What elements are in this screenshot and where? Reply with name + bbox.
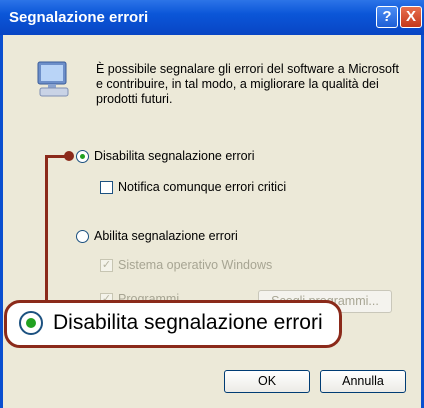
notify-critical-label[interactable]: Notifica comunque errori critici — [118, 180, 286, 194]
help-button[interactable]: ? — [376, 6, 398, 28]
description-text: È possibile segnalare gli errori del sof… — [96, 62, 399, 106]
window-title: Segnalazione errori — [9, 9, 149, 26]
windows-os-label[interactable]: Sistema operativo Windows — [118, 258, 272, 272]
enable-reporting-radio[interactable] — [76, 230, 89, 243]
callout-label: Disabilita segnalazione errori — [53, 311, 323, 334]
callout-leader-vertical — [45, 155, 48, 300]
zoom-callout: Disabilita segnalazione errori — [4, 300, 342, 348]
computer-icon — [37, 61, 69, 97]
ok-button[interactable]: OK — [224, 370, 310, 393]
notify-critical-checkbox[interactable] — [100, 181, 113, 194]
disable-reporting-label[interactable]: Disabilita segnalazione errori — [94, 149, 255, 163]
disable-reporting-radio[interactable] — [76, 150, 89, 163]
cancel-button[interactable]: Annulla — [320, 370, 406, 393]
enable-reporting-label[interactable]: Abilita segnalazione errori — [94, 229, 238, 243]
title-bar: Segnalazione errori ? X — [0, 0, 424, 35]
callout-radio-icon — [19, 311, 43, 335]
callout-leader-dot — [64, 151, 74, 161]
windows-os-checkbox[interactable]: ✓ — [100, 259, 113, 272]
close-button[interactable]: X — [400, 6, 422, 28]
